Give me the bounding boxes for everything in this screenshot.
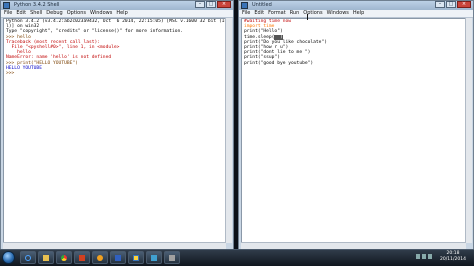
menu-file[interactable]: File bbox=[4, 10, 12, 17]
chrome-icon bbox=[61, 255, 67, 261]
menu-windows[interactable]: Windows bbox=[90, 10, 112, 17]
editor-menubar: File Edit Format Run Options Windows Hel… bbox=[239, 10, 473, 18]
menu-format[interactable]: Format bbox=[268, 10, 286, 17]
taskbar: 20:18 20/11/2014 bbox=[0, 249, 474, 266]
python-icon bbox=[3, 2, 10, 9]
editor-text-area[interactable]: #waiting time now import time print("Hello… bbox=[241, 18, 466, 243]
network-icon[interactable] bbox=[416, 254, 420, 259]
code-line: >>> bbox=[4, 71, 225, 76]
menu-help[interactable]: Help bbox=[116, 10, 127, 17]
taskbar-ie-button[interactable] bbox=[20, 251, 36, 264]
menu-edit[interactable]: Edit bbox=[254, 10, 264, 17]
taskbar-media-button[interactable] bbox=[92, 251, 108, 264]
python-icon bbox=[133, 255, 139, 261]
shell-window: Python 3.4.2 Shell – □ × File Edit Shell… bbox=[0, 0, 234, 250]
app-icon bbox=[151, 255, 157, 261]
horizontal-scrollbar[interactable] bbox=[241, 242, 466, 249]
shell-title: Python 3.4.2 Shell bbox=[14, 2, 60, 8]
system-tray bbox=[416, 254, 432, 259]
editor-title: Untitled bbox=[252, 2, 272, 8]
taskbar-app-button[interactable] bbox=[74, 251, 90, 264]
media-icon bbox=[97, 255, 103, 261]
taskbar-chrome-button[interactable] bbox=[56, 251, 72, 264]
menu-help[interactable]: Help bbox=[353, 10, 364, 17]
menu-windows[interactable]: Windows bbox=[327, 10, 349, 17]
volume-icon[interactable] bbox=[422, 254, 426, 259]
app-icon bbox=[115, 255, 121, 261]
maximize-button[interactable]: □ bbox=[206, 1, 216, 8]
python-icon bbox=[241, 2, 248, 9]
taskbar-app-button[interactable] bbox=[164, 251, 180, 264]
code-line: print("good bye youtube") bbox=[242, 61, 465, 66]
shell-menubar: File Edit Shell Debug Options Windows He… bbox=[1, 10, 233, 18]
menu-run[interactable]: Run bbox=[290, 10, 300, 17]
code-line-text: >>> bbox=[6, 71, 18, 77]
vertical-scrollbar[interactable] bbox=[225, 18, 232, 243]
app-icon bbox=[79, 255, 85, 261]
code-line-text: Type "copyright", "credits" or "license(… bbox=[6, 29, 184, 35]
mouse-cursor-icon bbox=[307, 14, 308, 20]
menu-shell[interactable]: Shell bbox=[30, 10, 42, 17]
editor-window: Untitled – □ × File Edit Format Run Opti… bbox=[238, 0, 474, 250]
ie-icon bbox=[25, 255, 31, 261]
taskbar-app-button[interactable] bbox=[146, 251, 162, 264]
vertical-scrollbar[interactable] bbox=[465, 18, 472, 243]
close-button[interactable]: × bbox=[457, 1, 471, 8]
shell-titlebar[interactable]: Python 3.4.2 Shell – □ × bbox=[1, 1, 233, 10]
menu-file[interactable]: File bbox=[242, 10, 250, 17]
minimize-button[interactable]: – bbox=[435, 1, 445, 8]
taskbar-app-button[interactable] bbox=[110, 251, 126, 264]
menu-edit[interactable]: Edit bbox=[16, 10, 26, 17]
maximize-button[interactable]: □ bbox=[446, 1, 456, 8]
horizontal-scrollbar[interactable] bbox=[3, 242, 226, 249]
clock[interactable]: 20:18 20/11/2014 bbox=[436, 251, 470, 263]
taskbar-explorer-button[interactable] bbox=[38, 251, 54, 264]
folder-icon bbox=[43, 255, 49, 261]
clock-date: 20/11/2014 bbox=[440, 257, 466, 262]
editor-titlebar[interactable]: Untitled – □ × bbox=[239, 1, 473, 10]
start-button[interactable] bbox=[2, 251, 15, 264]
shell-text-area[interactable]: Python 3.4.2 (v3.4.2:ab2c023a9432, Oct 6… bbox=[3, 18, 226, 243]
close-button[interactable]: × bbox=[217, 1, 231, 8]
minimize-button[interactable]: – bbox=[195, 1, 205, 8]
code-line-text: print("good bye youtube") bbox=[244, 60, 314, 66]
menu-options[interactable]: Options bbox=[67, 10, 86, 17]
flag-icon[interactable] bbox=[428, 254, 432, 259]
app-icon bbox=[169, 255, 175, 261]
taskbar-python-button[interactable] bbox=[128, 251, 144, 264]
menu-debug[interactable]: Debug bbox=[46, 10, 62, 17]
